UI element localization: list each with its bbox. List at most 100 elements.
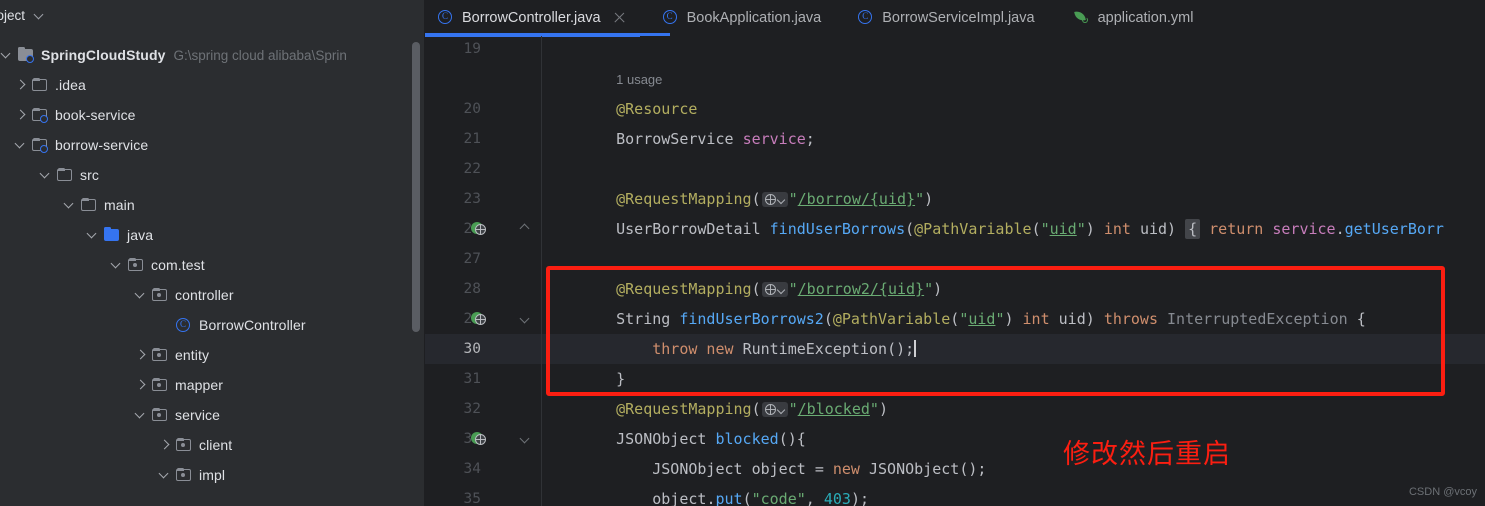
gutter-separator bbox=[541, 64, 542, 94]
gutter-separator bbox=[541, 184, 542, 214]
tree-item-controller[interactable]: controller bbox=[0, 280, 425, 310]
tree-item-idea[interactable]: .idea bbox=[0, 70, 425, 100]
gutter: 19 bbox=[425, 36, 580, 64]
code-text: JSONObject blocked(){ bbox=[616, 430, 806, 448]
tab-borrowcontroller[interactable]: C BorrowController.java bbox=[425, 0, 640, 37]
tree-item-src[interactable]: src bbox=[0, 160, 425, 190]
tree-item-com-test[interactable]: com.test bbox=[0, 250, 425, 280]
code-line: 23 @RequestMapping("/borrow/{uid}") bbox=[425, 184, 1485, 214]
gutter: 34 bbox=[425, 454, 580, 484]
code-text: object.put("code", 403); bbox=[652, 490, 869, 506]
chevron-down-icon[interactable] bbox=[110, 258, 124, 272]
project-tree: SpringCloudStudy G:\spring cloud alibaba… bbox=[0, 30, 425, 490]
code-text: @RequestMapping("/blocked") bbox=[616, 400, 888, 418]
gutter: 29 bbox=[425, 304, 580, 334]
chevron-right-icon[interactable] bbox=[134, 348, 148, 362]
tree-item-entity[interactable]: entity bbox=[0, 340, 425, 370]
line-number: 32 bbox=[463, 401, 481, 417]
gutter-separator bbox=[541, 394, 542, 424]
tree-item-main[interactable]: main bbox=[0, 190, 425, 220]
tree-item-springcloudstudy[interactable]: SpringCloudStudy G:\spring cloud alibaba… bbox=[0, 40, 425, 70]
gutter-separator bbox=[541, 36, 542, 64]
tab-label: BorrowController.java bbox=[462, 9, 601, 26]
code-text: UserBorrowDetail findUserBorrows(@PathVa… bbox=[616, 219, 1444, 239]
tab-label: BorrowServiceImpl.java bbox=[882, 9, 1035, 26]
tree-item-borrowcontroller[interactable]: C BorrowController bbox=[0, 310, 425, 340]
editor-tab-bar: C BorrowController.java C BookApplicatio… bbox=[425, 0, 1485, 37]
project-sidebar: roject SpringCloudStudy G:\spring cloud … bbox=[0, 0, 425, 506]
chevron-right-icon[interactable] bbox=[134, 378, 148, 392]
code-text: @RequestMapping("/borrow2/{uid}") bbox=[616, 280, 943, 298]
java-class-icon: C bbox=[857, 9, 874, 26]
gutter-separator bbox=[541, 334, 542, 364]
gutter-separator bbox=[541, 154, 542, 184]
ide-window: roject SpringCloudStudy G:\spring cloud … bbox=[0, 0, 1485, 506]
text-caret bbox=[914, 340, 916, 357]
fold-arrow-icon[interactable] bbox=[520, 315, 530, 323]
web-mapping-icon[interactable] bbox=[761, 282, 788, 297]
matching-brace-highlight: { bbox=[1185, 219, 1201, 239]
package-icon bbox=[175, 467, 193, 483]
fold-arrow-icon[interactable] bbox=[520, 225, 530, 233]
gutter-separator bbox=[541, 214, 542, 244]
tree-item-label: java bbox=[127, 227, 154, 243]
tree-item-label: client bbox=[199, 437, 233, 453]
folder-icon bbox=[80, 197, 98, 213]
chevron-down-icon[interactable] bbox=[63, 198, 77, 212]
gutter: 30 bbox=[425, 334, 580, 364]
tree-item-label: book-service bbox=[55, 107, 136, 123]
package-icon bbox=[127, 257, 145, 273]
chevron-down-icon[interactable] bbox=[86, 228, 100, 242]
close-icon[interactable] bbox=[613, 11, 626, 24]
tree-item-mapper[interactable]: mapper bbox=[0, 370, 425, 400]
chevron-down-icon[interactable] bbox=[34, 8, 46, 20]
web-mapping-icon[interactable] bbox=[761, 402, 788, 417]
code-text: } bbox=[616, 370, 626, 388]
folder-icon bbox=[31, 77, 49, 93]
code-line: 22 bbox=[425, 154, 1485, 184]
chevron-down-icon[interactable] bbox=[134, 288, 148, 302]
gutter: 27 bbox=[425, 244, 580, 274]
run-gutter-icon[interactable] bbox=[471, 311, 487, 327]
tab-applicationyml[interactable]: application.yml bbox=[1049, 0, 1208, 35]
project-tool-window-header[interactable]: roject bbox=[0, 0, 425, 30]
usage-hint[interactable]: 1 usage bbox=[616, 72, 662, 87]
web-mapping-icon[interactable] bbox=[761, 192, 788, 207]
run-gutter-icon[interactable] bbox=[471, 431, 487, 447]
tree-item-label: .idea bbox=[55, 77, 86, 93]
tab-borrowserviceimpl[interactable]: C BorrowServiceImpl.java bbox=[835, 0, 1048, 35]
gutter-separator bbox=[541, 424, 542, 454]
gutter: 22 bbox=[425, 154, 580, 184]
chevron-down-icon[interactable] bbox=[14, 138, 28, 152]
chevron-right-icon[interactable] bbox=[14, 108, 28, 122]
tree-item-label: SpringCloudStudy bbox=[41, 47, 166, 63]
tree-item-borrow-service[interactable]: borrow-service bbox=[0, 130, 425, 160]
chevron-down-icon[interactable] bbox=[158, 468, 172, 482]
chevron-down-icon[interactable] bbox=[39, 168, 53, 182]
code-text: throw new RuntimeException(); bbox=[652, 340, 916, 358]
code-editor[interactable]: 18 public class BorrowController { 19 bbox=[425, 36, 1485, 506]
chevron-down-icon[interactable] bbox=[0, 48, 14, 62]
chevron-down-icon[interactable] bbox=[134, 408, 148, 422]
run-gutter-icon[interactable] bbox=[471, 221, 487, 237]
tree-item-client[interactable]: client bbox=[0, 430, 425, 460]
tree-item-impl[interactable]: impl bbox=[0, 460, 425, 490]
gutter-separator bbox=[541, 454, 542, 484]
chevron-right-icon[interactable] bbox=[158, 438, 172, 452]
tree-item-label: impl bbox=[199, 467, 226, 483]
tree-item-label: com.test bbox=[151, 257, 205, 273]
gutter: 33 bbox=[425, 424, 580, 454]
gutter bbox=[425, 64, 580, 94]
tree-item-book-service[interactable]: book-service bbox=[0, 100, 425, 130]
chevron-right-icon[interactable] bbox=[14, 78, 28, 92]
java-class-icon: C bbox=[175, 317, 193, 333]
tab-bookapplication[interactable]: C BookApplication.java bbox=[640, 0, 836, 35]
sidebar-scrollbar[interactable] bbox=[412, 42, 420, 332]
gutter: 35 bbox=[425, 484, 580, 506]
tree-item-label: src bbox=[80, 167, 99, 183]
code-text: @RequestMapping("/borrow/{uid}") bbox=[616, 190, 934, 208]
fold-arrow-icon[interactable] bbox=[520, 435, 530, 443]
line-number: 21 bbox=[463, 131, 481, 147]
tree-item-java[interactable]: java bbox=[0, 220, 425, 250]
tree-item-service[interactable]: service bbox=[0, 400, 425, 430]
